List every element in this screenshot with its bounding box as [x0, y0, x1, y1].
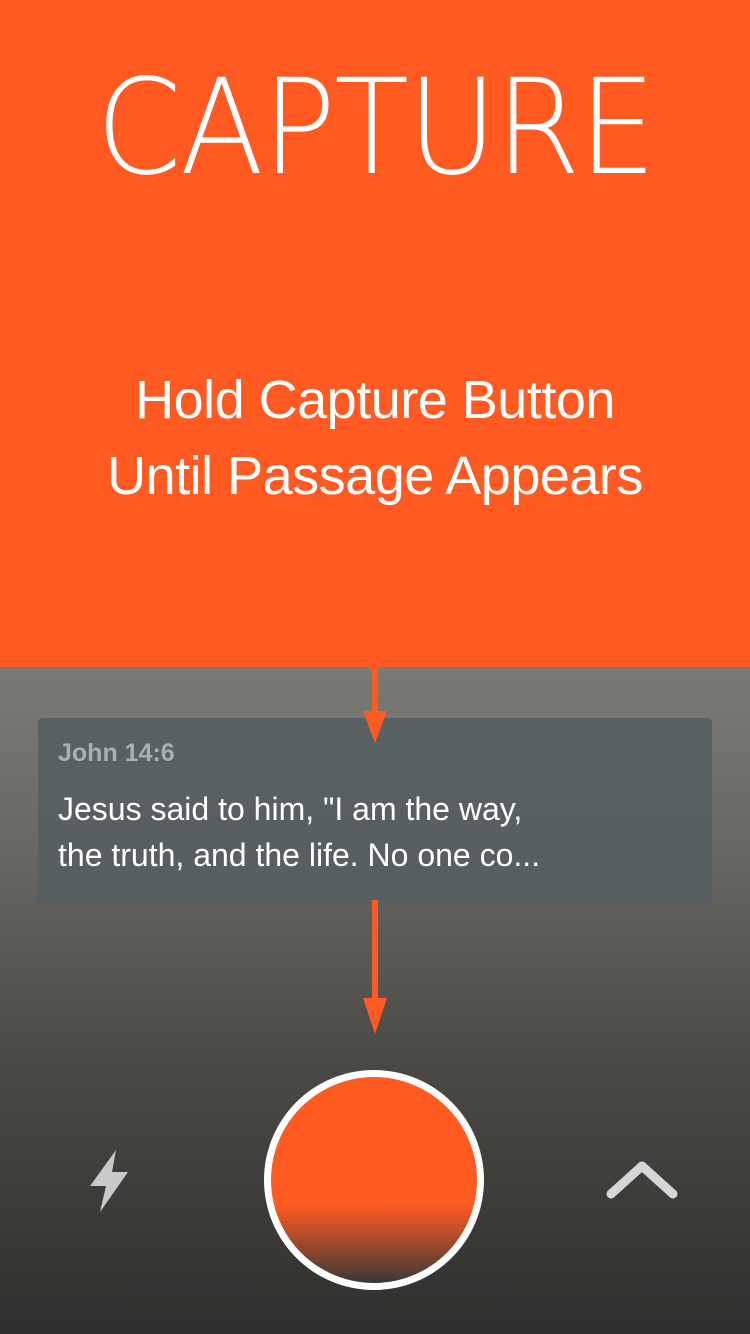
capture-button[interactable]: [264, 1070, 484, 1290]
passage-text-line-2: the truth, and the life. No one co...: [58, 837, 541, 873]
flash-toggle[interactable]: [86, 1150, 132, 1212]
expand-button[interactable]: [605, 1158, 679, 1200]
instruction-line-2: Until Passage Appears: [107, 446, 643, 506]
passage-text: Jesus said to him, "I am the way, the tr…: [58, 786, 698, 878]
chevron-up-icon: [606, 1161, 678, 1199]
passage-text-line-1: Jesus said to him, "I am the way,: [58, 791, 523, 827]
instruction-banner: CAPTURE Hold Capture Button Until Passag…: [0, 0, 750, 667]
lightning-bolt-icon: [90, 1150, 128, 1212]
pointer-arrow-to-card: [363, 667, 387, 743]
instruction-text: Hold Capture Button Until Passage Appear…: [0, 362, 750, 514]
capture-button-fill: [271, 1077, 477, 1283]
instruction-line-1: Hold Capture Button: [135, 370, 615, 430]
pointer-arrow-to-button: [363, 900, 387, 1034]
page-title: CAPTURE: [95, 51, 656, 205]
passage-card[interactable]: John 14:6 Jesus said to him, "I am the w…: [38, 718, 712, 904]
passage-reference: John 14:6: [58, 739, 175, 767]
